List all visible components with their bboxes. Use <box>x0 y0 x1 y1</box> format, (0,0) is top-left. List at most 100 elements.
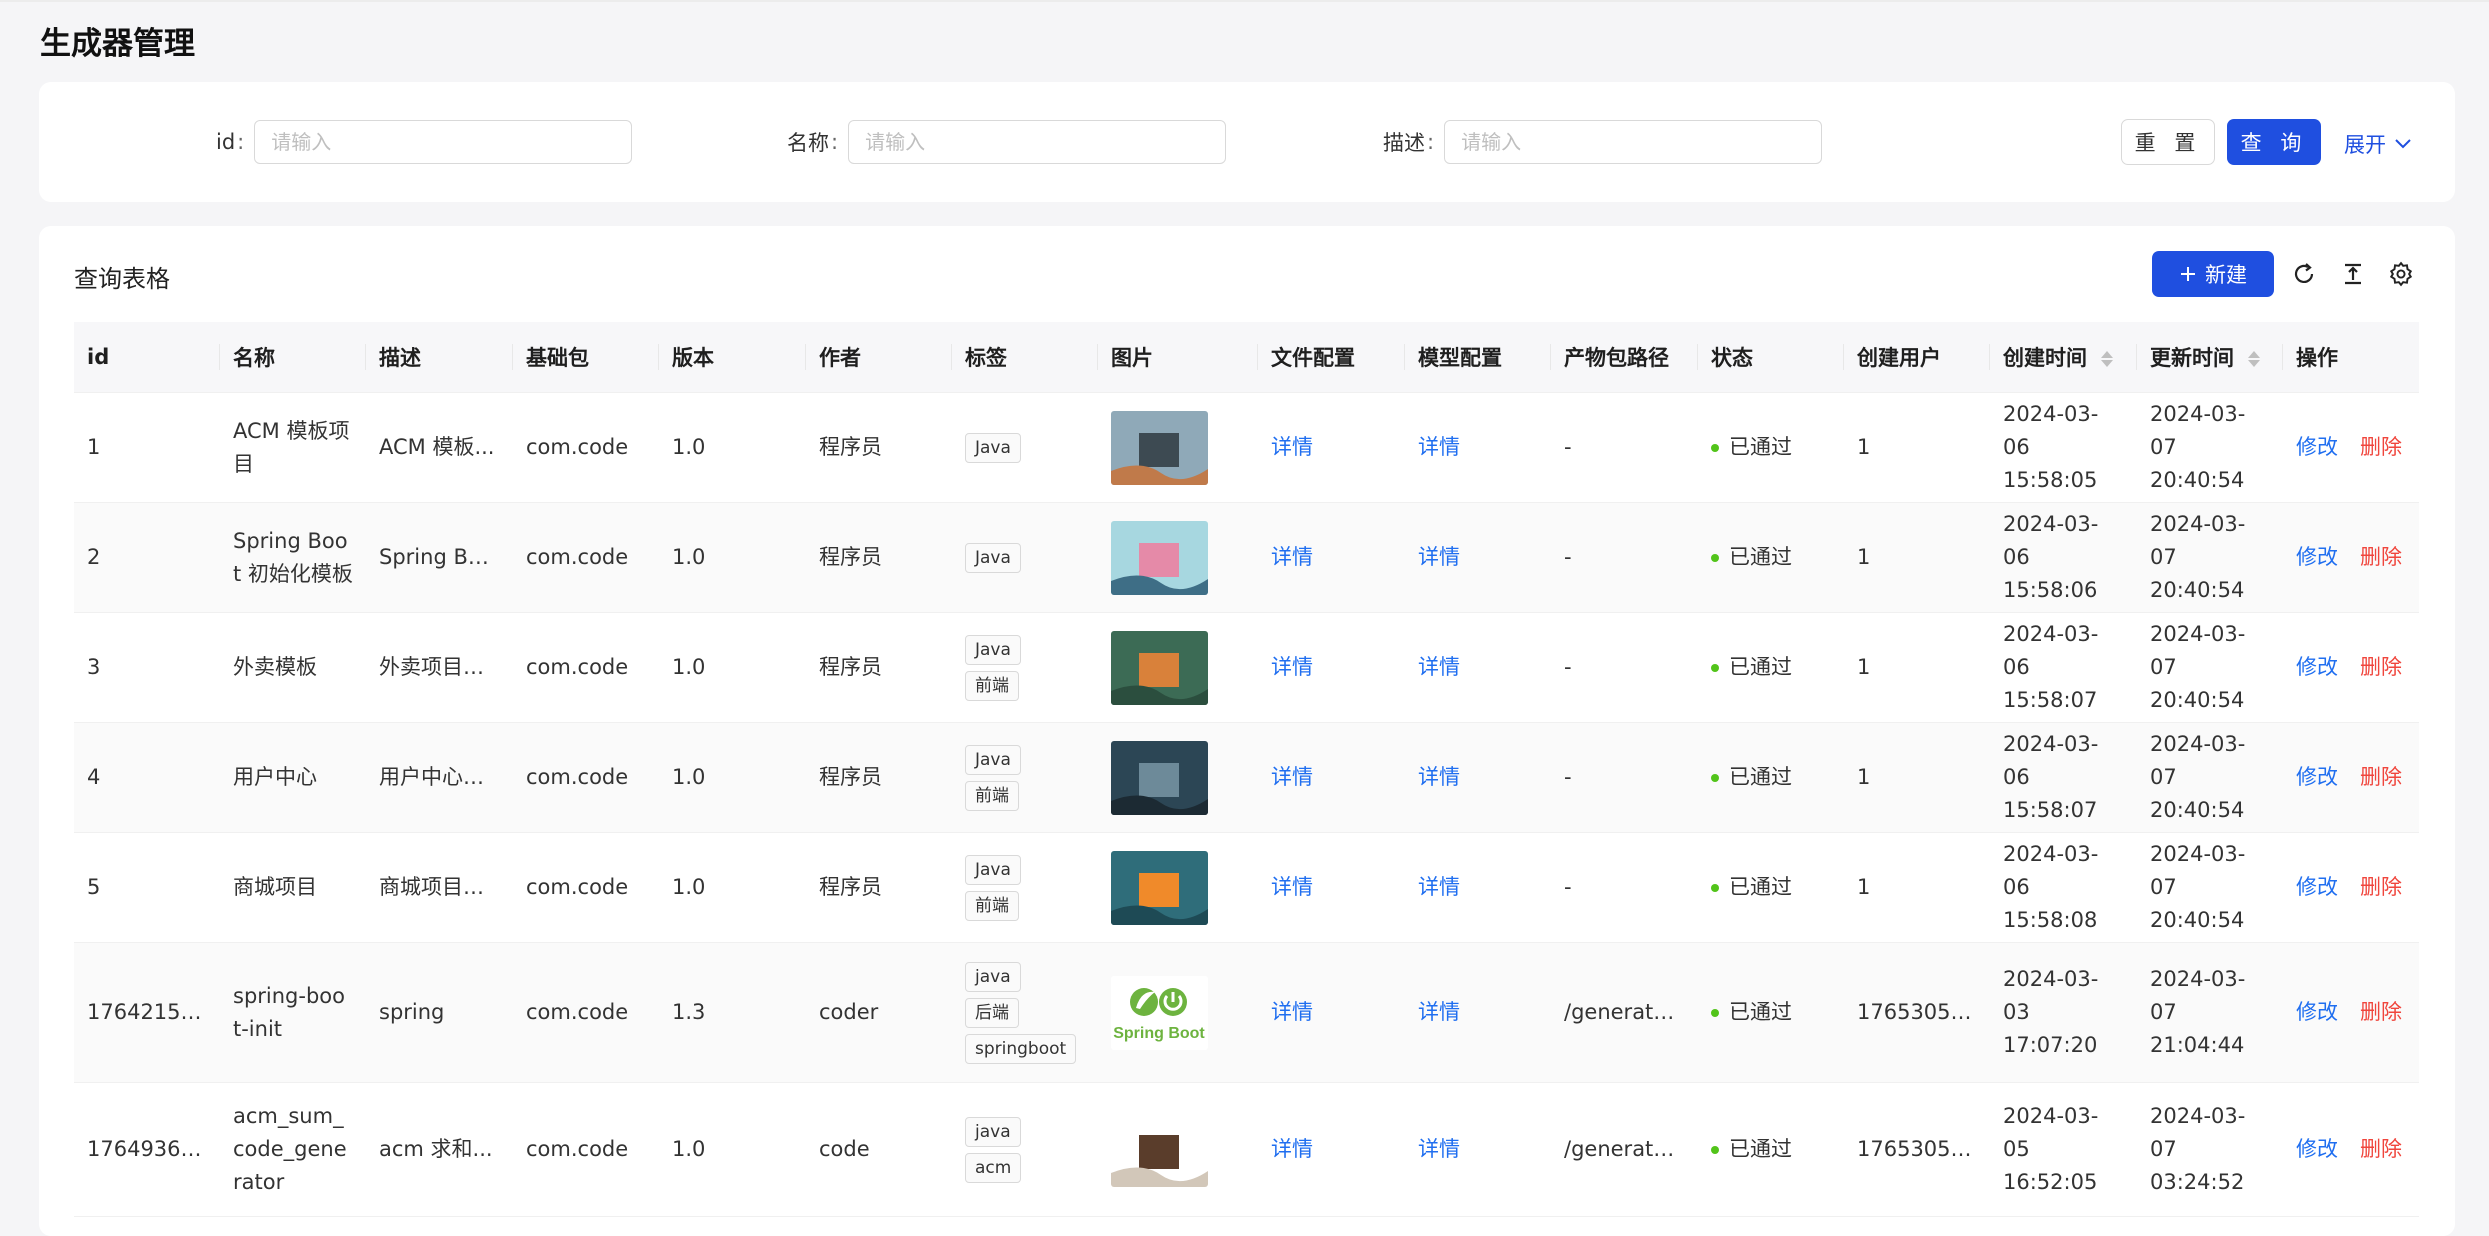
cell-id: 3 <box>87 655 101 679</box>
delete-link[interactable]: 删除 <box>2360 655 2402 679</box>
status-dot-icon <box>1711 443 1719 452</box>
new-button-label: 新建 <box>2205 263 2247 287</box>
table-title: 查询表格 <box>74 265 170 293</box>
cell-user: 1 <box>1857 655 1871 679</box>
expand-label: 展开 <box>2344 133 2386 157</box>
cell-tags: Java 前端 <box>965 743 1085 813</box>
delete-link[interactable]: 删除 <box>2360 1137 2402 1161</box>
column-header: 状态 <box>1698 322 1844 393</box>
column-header: 文件配置 <box>1258 322 1405 393</box>
edit-link[interactable]: 修改 <box>2296 655 2338 679</box>
tag-badge: Java <box>965 744 1021 775</box>
delete-link[interactable]: 删除 <box>2360 875 2402 899</box>
edit-link[interactable]: 修改 <box>2296 875 2338 899</box>
chevron-down-icon <box>2395 139 2411 149</box>
table-row: 176421597... spring-boot-init spring com… <box>74 942 2419 1083</box>
file-config-detail-link[interactable]: 详情 <box>1271 655 1313 679</box>
cell-version: 1.0 <box>672 545 706 569</box>
search-desc-input[interactable] <box>1444 120 1823 164</box>
status-dot-icon <box>1711 553 1719 562</box>
cell-dist-path: - <box>1564 545 1572 569</box>
edit-link[interactable]: 修改 <box>2296 1137 2338 1161</box>
edit-link[interactable]: 修改 <box>2296 545 2338 569</box>
model-config-detail-link[interactable]: 详情 <box>1418 765 1460 789</box>
search-field-desc-label: 描述 <box>1383 131 1425 155</box>
model-config-detail-link[interactable]: 详情 <box>1418 435 1460 459</box>
spring-boot-logo-text: Spring Boot <box>1113 1025 1205 1042</box>
model-config-detail-link[interactable]: 详情 <box>1418 545 1460 569</box>
column-header: 版本 <box>659 322 806 393</box>
table-row: 2 Spring Boot 初始化模板 Spring Boo... com.co… <box>74 502 2419 613</box>
created-time-sort-header[interactable]: 创建时间 <box>1990 322 2137 393</box>
density-icon[interactable] <box>2338 259 2368 289</box>
edit-link[interactable]: 修改 <box>2296 435 2338 459</box>
cell-version: 1.0 <box>672 435 706 459</box>
cell-created-time: 16:52:05 <box>2003 1170 2098 1194</box>
reset-button[interactable]: 重 置 <box>2121 119 2215 165</box>
sort-icon <box>2101 351 2113 367</box>
delete-link[interactable]: 删除 <box>2360 545 2402 569</box>
file-config-detail-link[interactable]: 详情 <box>1271 1000 1313 1024</box>
tag-badge: 前端 <box>965 670 1019 701</box>
cell-description: acm 求和... <box>379 1137 493 1161</box>
file-config-detail-link[interactable]: 详情 <box>1271 435 1313 459</box>
delete-link[interactable]: 删除 <box>2360 765 2402 789</box>
cell-author: 程序员 <box>819 545 882 569</box>
cell-version: 1.0 <box>672 875 706 899</box>
cell-author: code <box>819 1137 870 1161</box>
file-config-detail-link[interactable]: 详情 <box>1271 765 1313 789</box>
cell-name: 商城项目 <box>233 875 317 899</box>
new-button[interactable]: 新建 <box>2152 251 2274 297</box>
cell-updated-time: 21:04:44 <box>2150 1033 2245 1057</box>
reload-icon[interactable] <box>2289 259 2319 289</box>
query-button[interactable]: 查 询 <box>2227 119 2321 165</box>
cell-dist-path: - <box>1564 875 1572 899</box>
delete-link[interactable]: 删除 <box>2360 435 2402 459</box>
table-header-row: id 名称 描述 基础包 版本 作者 标签 图片 文件配置 模型配置 产物包路径… <box>74 322 2419 393</box>
cell-dist-path: - <box>1564 655 1572 679</box>
edit-link[interactable]: 修改 <box>2296 1000 2338 1024</box>
updated-time-sort-header[interactable]: 更新时间 <box>2137 322 2283 393</box>
column-header: 创建用户 <box>1844 322 1990 393</box>
search-field-desc: 描述: <box>1383 119 1823 165</box>
search-name-input[interactable] <box>848 120 1227 164</box>
table-row: 3 外卖模板 外卖项目生... com.code 1.0 程序员 Java 前端 … <box>74 612 2419 723</box>
cell-user: 176530580... <box>1857 1000 1977 1024</box>
status-badge: 已通过 <box>1711 761 1831 794</box>
cell-id: 4 <box>87 765 101 789</box>
settings-icon[interactable] <box>2386 259 2416 289</box>
delete-link[interactable]: 删除 <box>2360 1000 2402 1024</box>
cell-created-time: 15:58:05 <box>2003 468 2098 492</box>
cell-author: 程序员 <box>819 435 882 459</box>
cell-dist-path: - <box>1564 765 1572 789</box>
cell-dist-path: /generator... <box>1564 1000 1685 1024</box>
search-field-id: id: <box>216 119 633 165</box>
cell-name: 外卖模板 <box>233 655 317 679</box>
table-row: 4 用户中心 用户中心项... com.code 1.0 程序员 Java 前端 … <box>74 722 2419 833</box>
cell-base-package: com.code <box>526 655 629 679</box>
column-header: 描述 <box>366 322 513 393</box>
cell-user: 176530580... <box>1857 1137 1977 1161</box>
cell-updated-time: 20:40:54 <box>2150 688 2245 712</box>
cell-tags: Java <box>965 431 1085 465</box>
model-config-detail-link[interactable]: 详情 <box>1418 1137 1460 1161</box>
tag-badge: acm <box>965 1152 1022 1183</box>
model-config-detail-link[interactable]: 详情 <box>1418 1000 1460 1024</box>
cell-description: ACM 模板... <box>379 435 495 459</box>
cell-created-date: 2024-03-03 <box>2003 967 2099 1024</box>
model-config-detail-link[interactable]: 详情 <box>1418 875 1460 899</box>
file-config-detail-link[interactable]: 详情 <box>1271 1137 1313 1161</box>
cell-name: spring-boot-init <box>233 983 345 1041</box>
model-config-detail-link[interactable]: 详情 <box>1418 655 1460 679</box>
file-config-detail-link[interactable]: 详情 <box>1271 545 1313 569</box>
expand-toggle[interactable]: 展开 <box>2344 129 2412 159</box>
column-header: 标签 <box>952 322 1098 393</box>
tag-badge: springboot <box>965 1033 1077 1064</box>
file-config-detail-link[interactable]: 详情 <box>1271 875 1313 899</box>
edit-link[interactable]: 修改 <box>2296 765 2338 789</box>
top-divider <box>0 0 2489 2</box>
cell-user: 1 <box>1857 545 1871 569</box>
search-id-input[interactable] <box>254 120 633 164</box>
table-row: 176493691... acm_sum_code_generator acm … <box>74 1082 2419 1217</box>
cell-tags: Java 前端 <box>965 633 1085 703</box>
